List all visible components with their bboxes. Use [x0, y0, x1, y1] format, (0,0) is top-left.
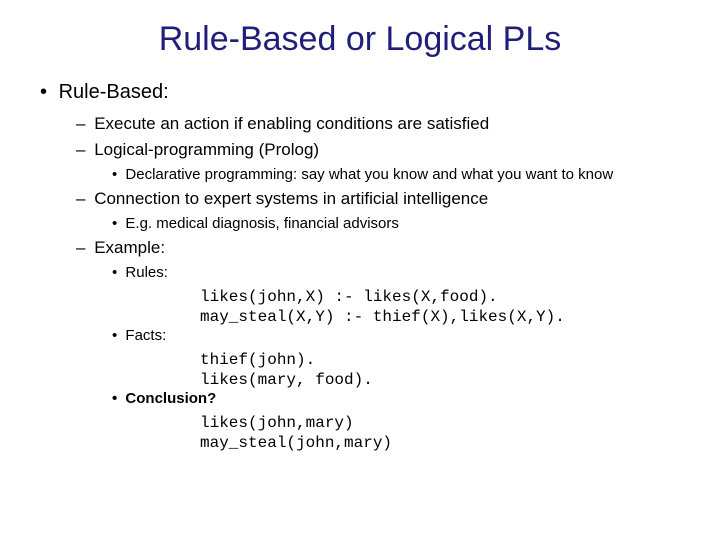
bullet-connection: Connection to expert systems in artifici…: [76, 189, 680, 209]
bullet-conclusion-label: Conclusion?: [112, 390, 680, 407]
code-rules-2: may_steal(X,Y) :- thief(X),likes(X,Y).: [200, 307, 680, 327]
bullet-declarative: Declarative programming: say what you kn…: [112, 166, 680, 183]
bullet-connection-text: Connection to expert systems in artifici…: [94, 189, 488, 208]
bullet-rules-label-text: Rules:: [125, 264, 168, 281]
bullet-logical: Logical-programming (Prolog): [76, 140, 680, 160]
bullet-eg: E.g. medical diagnosis, financial adviso…: [112, 215, 680, 232]
bullet-facts-label: Facts:: [112, 327, 680, 344]
slide-title: Rule-Based or Logical PLs: [40, 20, 680, 59]
bullet-example: Example:: [76, 238, 680, 258]
bullet-execute-text: Execute an action if enabling conditions…: [94, 114, 489, 133]
code-conclusion-1: likes(john,mary): [200, 413, 680, 433]
code-conclusion-2: may_steal(john,mary): [200, 433, 680, 453]
bullet-rule-based: Rule-Based:: [40, 81, 680, 104]
bullet-rules-label: Rules:: [112, 264, 680, 281]
code-facts-1: thief(john).: [200, 350, 680, 370]
code-rules-1: likes(john,X) :- likes(X,food).: [200, 287, 680, 307]
bullet-eg-text: E.g. medical diagnosis, financial adviso…: [125, 215, 398, 232]
bullet-logical-text: Logical-programming (Prolog): [94, 140, 319, 159]
bullet-declarative-text: Declarative programming: say what you kn…: [125, 166, 613, 183]
bullet-example-text: Example:: [94, 238, 165, 257]
bullet-execute: Execute an action if enabling conditions…: [76, 114, 680, 134]
bullet-facts-label-text: Facts:: [125, 327, 166, 344]
code-facts-2: likes(mary, food).: [200, 370, 680, 390]
bullet-rule-based-text: Rule-Based:: [59, 81, 169, 103]
bullet-conclusion-label-text: Conclusion?: [125, 390, 216, 407]
